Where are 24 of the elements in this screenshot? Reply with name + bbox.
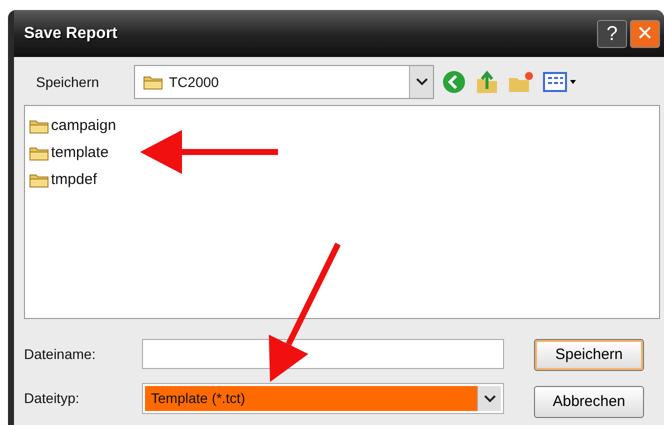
- new-folder-icon[interactable]: [507, 69, 535, 95]
- location-text: TC2000: [169, 72, 219, 92]
- folder-icon: [29, 118, 49, 134]
- location-dropdown[interactable]: TC2000: [134, 65, 434, 99]
- folder-icon: [29, 144, 49, 160]
- field-label: Dateityp:: [24, 389, 80, 408]
- folder-item[interactable]: campaign: [51, 112, 116, 139]
- cancel-button[interactable]: Abbrechen: [534, 386, 644, 418]
- folder-item[interactable]: tmpdef: [51, 166, 97, 193]
- chevron-down-icon: [484, 394, 496, 402]
- help-button[interactable]: ?: [597, 20, 627, 48]
- filename-field[interactable]: [142, 339, 504, 369]
- field-label: Dateiname:: [24, 344, 97, 364]
- file-type-dropdown[interactable]: Template (*.tct): [142, 383, 504, 414]
- view-menu-icon[interactable]: [542, 69, 578, 95]
- chevron-down-icon: [416, 78, 428, 86]
- back-icon[interactable]: [441, 69, 467, 95]
- save-in-label: Speichern: [35, 72, 100, 92]
- folder-icon: [143, 74, 163, 90]
- folder-icon: [29, 172, 49, 188]
- folder-item[interactable]: template: [51, 139, 109, 166]
- save-button[interactable]: Speichern: [534, 339, 644, 371]
- window-title: Save Report: [24, 24, 118, 44]
- up-folder-icon[interactable]: [474, 69, 500, 95]
